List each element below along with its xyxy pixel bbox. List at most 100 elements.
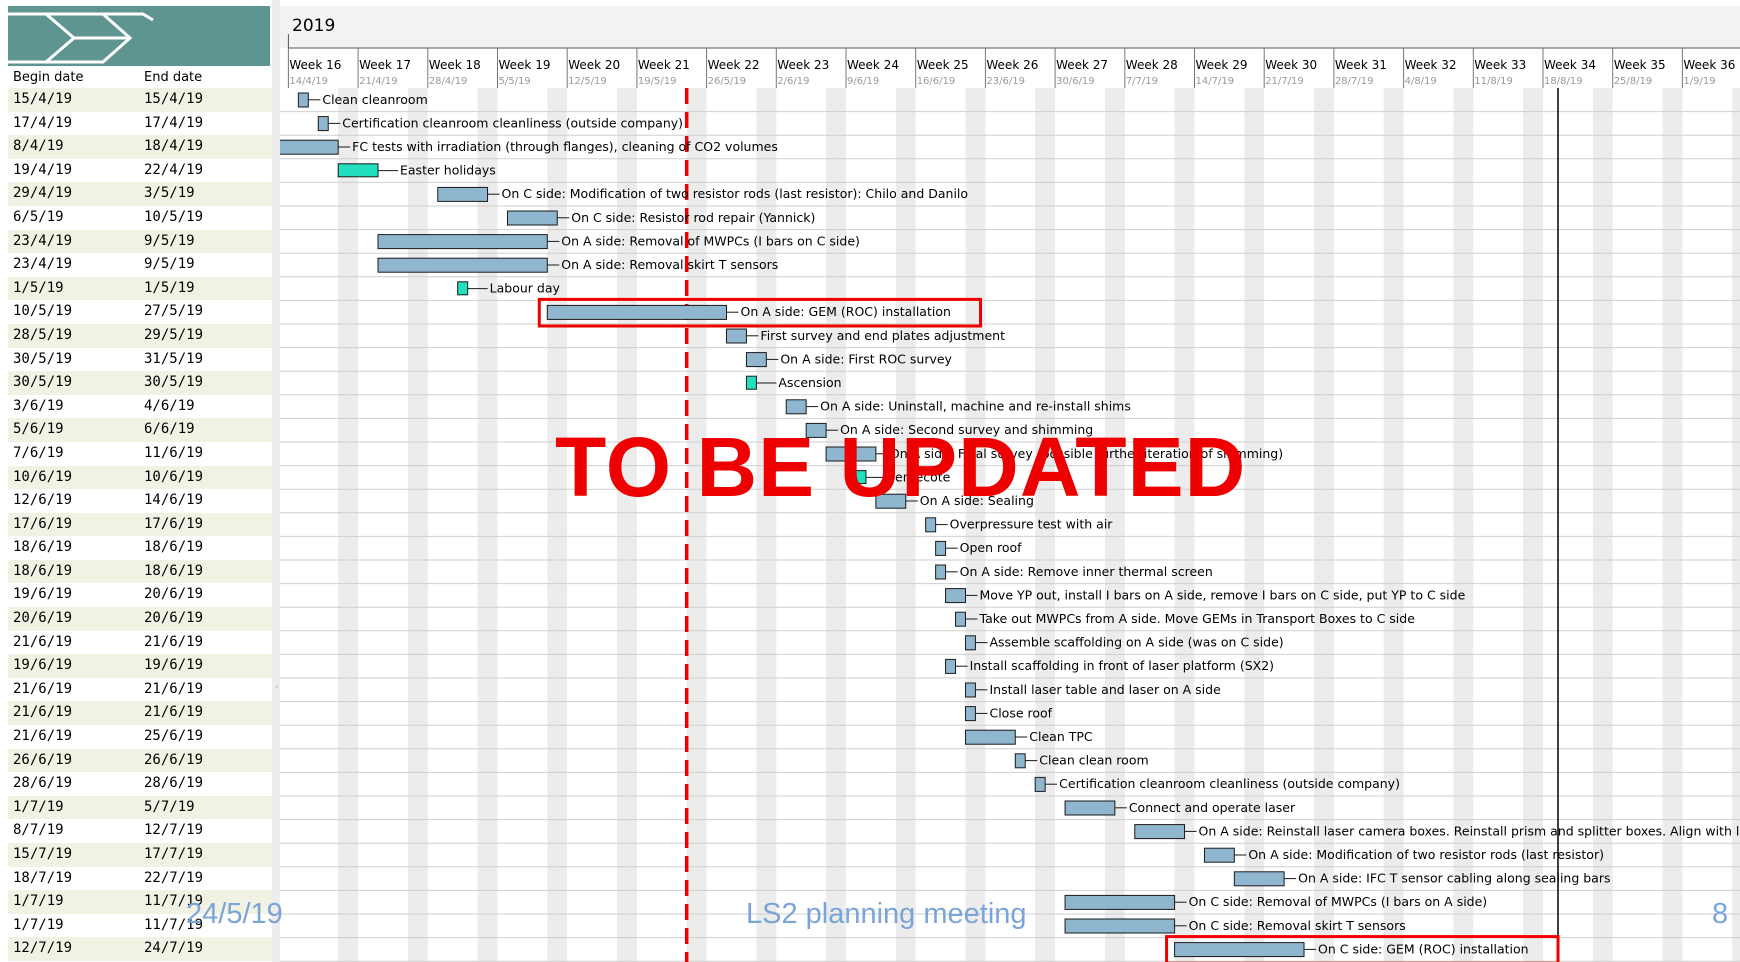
end-date-cell[interactable]: 17/4/19 bbox=[144, 115, 203, 131]
end-date-cell[interactable]: 22/7/19 bbox=[144, 870, 203, 886]
task-row[interactable]: 20/6/19 20/6/19 bbox=[8, 607, 272, 631]
end-date-cell[interactable]: 3/5/19 bbox=[144, 185, 195, 201]
holiday-bar[interactable] bbox=[337, 163, 379, 178]
task-row[interactable]: 30/5/19 31/5/19 bbox=[8, 347, 272, 372]
end-date-cell[interactable]: 18/4/19 bbox=[144, 138, 203, 154]
task-row[interactable]: 1/5/19 1/5/19 bbox=[8, 276, 272, 301]
task-bar[interactable] bbox=[377, 257, 548, 273]
begin-date-cell[interactable]: 19/4/19 bbox=[13, 162, 72, 178]
task-row[interactable]: 17/6/19 17/6/19 bbox=[8, 512, 272, 537]
begin-date-cell[interactable]: 21/6/19 bbox=[13, 634, 72, 650]
end-date-cell[interactable]: 9/5/19 bbox=[144, 233, 195, 249]
task-bar[interactable] bbox=[935, 564, 947, 580]
task-bar[interactable] bbox=[955, 611, 966, 627]
end-date-cell[interactable]: 11/6/19 bbox=[144, 445, 203, 461]
task-bar[interactable] bbox=[945, 658, 957, 674]
end-date-cell[interactable]: 18/6/19 bbox=[144, 563, 203, 579]
begin-date-cell[interactable]: 17/4/19 bbox=[13, 115, 72, 131]
begin-date-cell[interactable]: 21/6/19 bbox=[13, 728, 72, 744]
task-bar[interactable] bbox=[1203, 847, 1235, 863]
task-bar[interactable] bbox=[546, 304, 728, 320]
task-row[interactable]: 18/7/19 22/7/19 bbox=[8, 866, 272, 891]
task-row[interactable]: 1/7/19 5/7/19 bbox=[8, 795, 272, 820]
end-date-cell[interactable]: 10/5/19 bbox=[144, 209, 203, 225]
task-bar[interactable] bbox=[935, 540, 947, 556]
end-date-cell[interactable]: 27/5/19 bbox=[144, 303, 203, 319]
task-bar[interactable] bbox=[1064, 800, 1116, 816]
end-date-cell[interactable]: 15/4/19 bbox=[144, 91, 203, 107]
task-row[interactable]: 23/4/19 9/5/19 bbox=[8, 229, 272, 254]
begin-date-cell[interactable]: 18/6/19 bbox=[13, 539, 72, 555]
begin-date-cell[interactable]: 29/4/19 bbox=[13, 185, 72, 201]
task-bar[interactable] bbox=[317, 116, 329, 132]
end-date-cell[interactable]: 28/6/19 bbox=[144, 775, 203, 791]
task-row[interactable]: 21/6/19 21/6/19 bbox=[8, 677, 272, 702]
task-bar[interactable] bbox=[925, 517, 937, 533]
task-bar[interactable] bbox=[377, 234, 548, 250]
task-bar[interactable] bbox=[506, 210, 558, 226]
end-date-cell[interactable]: 30/5/19 bbox=[144, 374, 203, 390]
end-date-cell[interactable]: 25/6/19 bbox=[144, 728, 203, 744]
holiday-bar[interactable] bbox=[457, 281, 469, 296]
begin-date-cell[interactable]: 15/7/19 bbox=[13, 846, 72, 862]
task-row[interactable]: 8/4/19 18/4/19 bbox=[8, 135, 272, 159]
task-bar[interactable] bbox=[964, 729, 1016, 745]
task-bar[interactable] bbox=[1014, 753, 1026, 769]
task-bar[interactable] bbox=[745, 352, 767, 368]
end-date-cell[interactable]: 18/6/19 bbox=[144, 539, 203, 555]
task-row[interactable]: 12/6/19 14/6/19 bbox=[8, 489, 272, 513]
begin-date-cell[interactable]: 15/4/19 bbox=[13, 91, 72, 107]
end-date-cell[interactable]: 19/6/19 bbox=[144, 657, 203, 673]
task-bar[interactable] bbox=[785, 399, 807, 415]
task-bar[interactable] bbox=[726, 328, 747, 344]
task-row[interactable]: 21/6/19 21/6/19 bbox=[8, 630, 272, 655]
task-bar[interactable] bbox=[964, 706, 976, 722]
begin-date-cell[interactable]: 21/6/19 bbox=[13, 681, 72, 697]
task-row[interactable]: 5/6/19 6/6/19 bbox=[8, 418, 272, 442]
begin-date-cell[interactable]: 5/6/19 bbox=[13, 421, 64, 437]
begin-date-cell[interactable]: 1/7/19 bbox=[13, 799, 64, 815]
end-date-cell[interactable]: 31/5/19 bbox=[144, 351, 203, 367]
end-date-cell[interactable]: 4/6/19 bbox=[144, 398, 195, 414]
end-date-cell[interactable]: 24/7/19 bbox=[144, 940, 203, 956]
begin-date-cell[interactable]: 30/5/19 bbox=[13, 374, 72, 390]
begin-date-cell[interactable]: 18/7/19 bbox=[13, 870, 72, 886]
begin-date-cell[interactable]: 23/4/19 bbox=[13, 256, 72, 272]
begin-date-cell[interactable]: 1/5/19 bbox=[13, 280, 64, 296]
task-row[interactable]: 17/4/19 17/4/19 bbox=[8, 111, 272, 136]
task-row[interactable]: 6/5/19 10/5/19 bbox=[8, 205, 272, 230]
begin-date-cell[interactable]: 19/6/19 bbox=[13, 586, 72, 602]
task-row[interactable]: 21/6/19 21/6/19 bbox=[8, 701, 272, 726]
task-bar[interactable] bbox=[280, 139, 339, 155]
end-date-cell[interactable]: 20/6/19 bbox=[144, 586, 203, 602]
task-row[interactable]: 28/6/19 28/6/19 bbox=[8, 772, 272, 796]
task-bar[interactable] bbox=[964, 682, 976, 698]
end-date-cell[interactable]: 12/7/19 bbox=[144, 822, 203, 838]
end-date-cell[interactable]: 26/6/19 bbox=[144, 752, 203, 768]
panel-splitter[interactable] bbox=[272, 0, 280, 962]
begin-date-cell[interactable]: 12/6/19 bbox=[13, 492, 72, 508]
task-row[interactable]: 21/6/19 25/6/19 bbox=[8, 725, 272, 749]
task-bar[interactable] bbox=[1233, 871, 1285, 887]
task-row[interactable]: 28/5/19 29/5/19 bbox=[8, 323, 272, 348]
end-date-cell[interactable]: 21/6/19 bbox=[144, 681, 203, 697]
begin-date-cell[interactable]: 8/7/19 bbox=[13, 822, 64, 838]
begin-date-cell[interactable]: 21/6/19 bbox=[13, 704, 72, 720]
task-row[interactable]: 18/6/19 18/6/19 bbox=[8, 536, 272, 560]
task-bar[interactable] bbox=[437, 186, 489, 202]
begin-date-cell[interactable]: 6/5/19 bbox=[13, 209, 64, 225]
begin-date-cell[interactable]: 1/7/19 bbox=[13, 917, 64, 933]
end-date-cell[interactable]: 20/6/19 bbox=[144, 610, 203, 626]
holiday-bar[interactable] bbox=[745, 375, 757, 390]
end-date-cell[interactable]: 14/6/19 bbox=[144, 492, 203, 508]
begin-date-cell[interactable]: 23/4/19 bbox=[13, 233, 72, 249]
begin-date-cell[interactable]: 7/6/19 bbox=[13, 445, 64, 461]
task-row[interactable]: 23/4/19 9/5/19 bbox=[8, 253, 272, 277]
task-bar[interactable] bbox=[1134, 824, 1186, 840]
begin-date-cell[interactable]: 12/7/19 bbox=[13, 940, 72, 956]
begin-date-cell[interactable]: 8/4/19 bbox=[13, 138, 64, 154]
task-row[interactable]: 19/6/19 20/6/19 bbox=[8, 583, 272, 608]
task-bar[interactable] bbox=[297, 92, 309, 108]
task-row[interactable]: 19/4/19 22/4/19 bbox=[8, 158, 272, 183]
end-date-cell[interactable]: 17/7/19 bbox=[144, 846, 203, 862]
